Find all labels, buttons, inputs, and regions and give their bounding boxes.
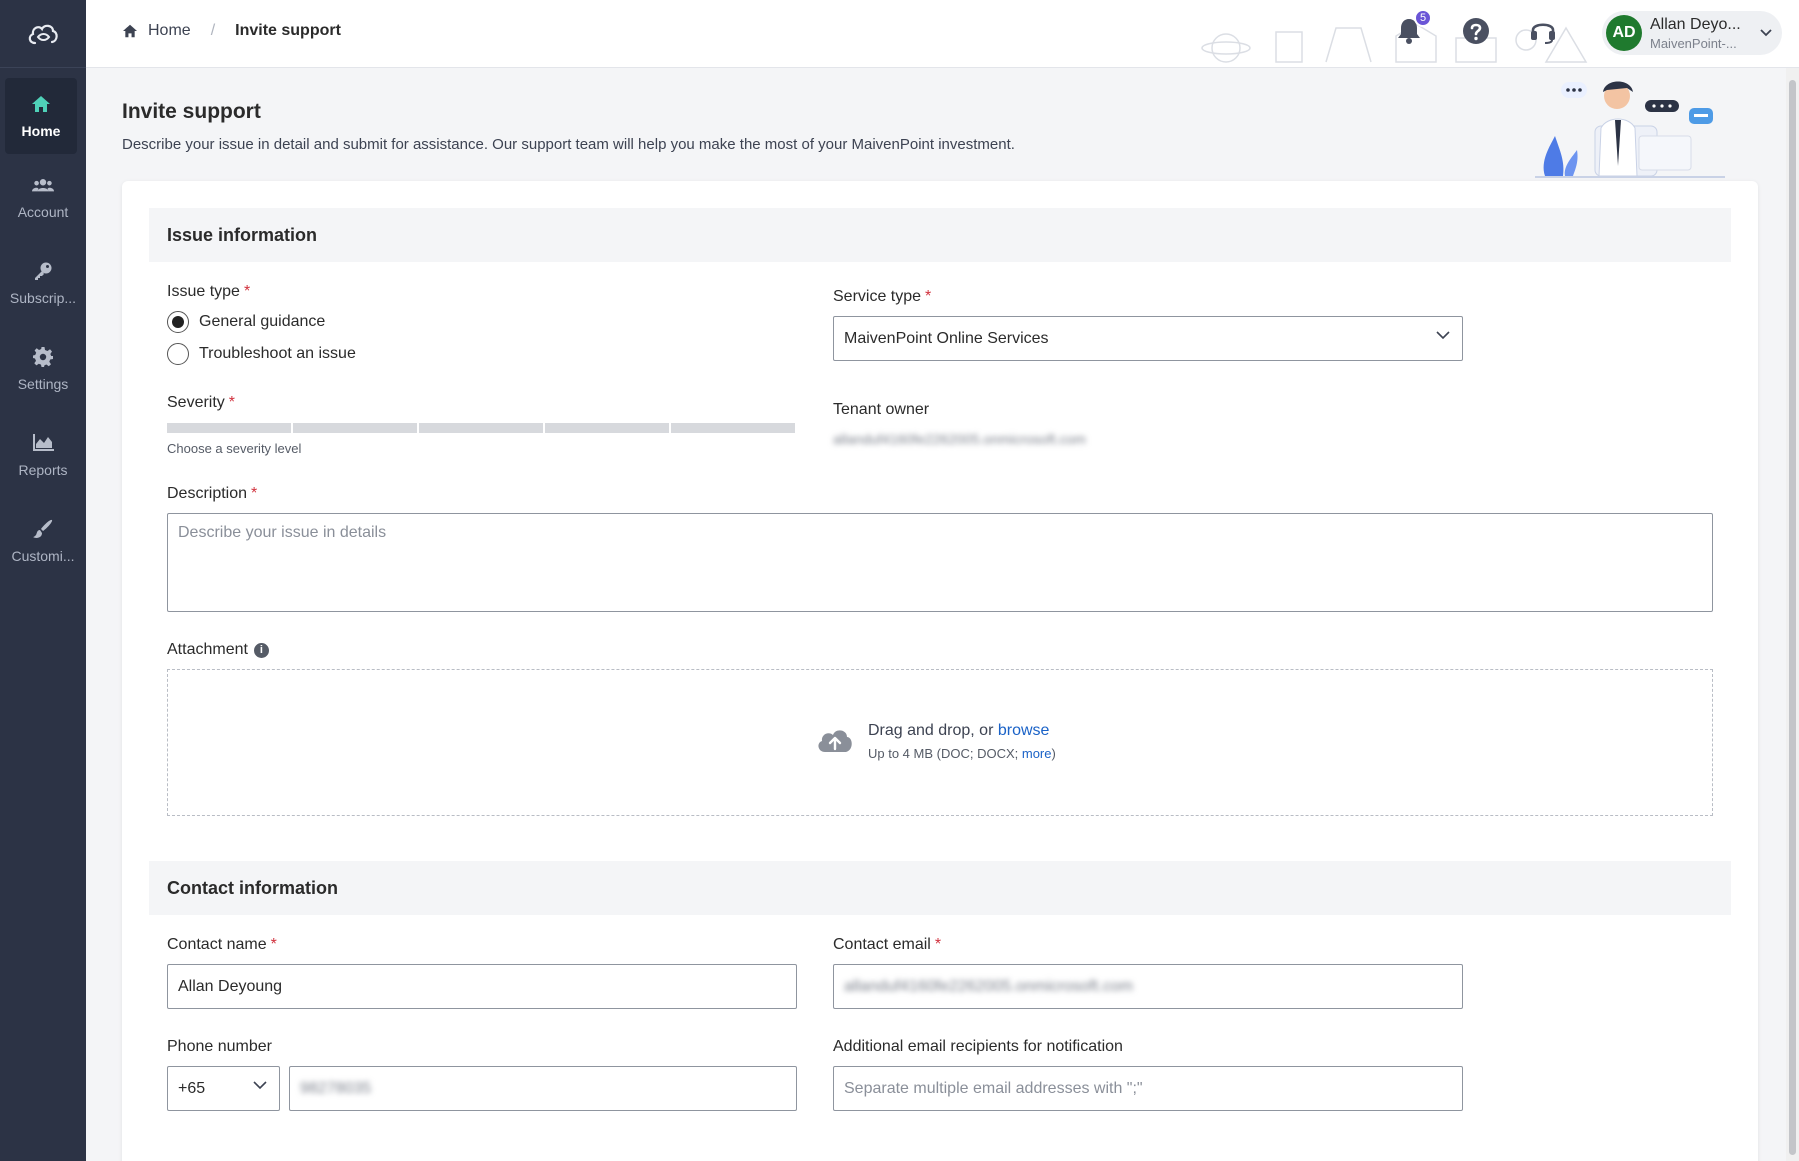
breadcrumb-home-label: Home — [148, 22, 191, 39]
chevron-down-icon — [1760, 29, 1772, 37]
required-marker: * — [925, 288, 932, 305]
sidebar-item-label: Home — [21, 123, 61, 139]
home-icon — [123, 24, 137, 38]
description-textarea[interactable]: Describe your issue in details — [167, 513, 1713, 612]
radio-label: General guidance — [199, 313, 326, 330]
section-header-issue: Issue information — [149, 208, 1731, 262]
sidebar-item-reports[interactable]: Reports — [0, 412, 86, 498]
notification-badge: 5 — [1414, 9, 1432, 27]
sidebar-item-label: Settings — [17, 376, 69, 392]
service-type-select[interactable]: MaivenPoint Online Services — [833, 316, 1463, 361]
file-limit-text: Up to 4 MB (DOC; DOCX; more) — [868, 746, 1056, 761]
support-button[interactable] — [1528, 16, 1558, 46]
user-name: Allan Deyo... — [1650, 15, 1741, 33]
home-icon — [30, 93, 52, 115]
cloud-upload-icon — [818, 730, 852, 752]
severity-label: Severity * — [167, 394, 236, 411]
sidebar-item-home[interactable]: Home — [5, 78, 77, 154]
breadcrumb: Home / Invite support — [122, 22, 341, 40]
info-icon[interactable]: i — [253, 642, 269, 658]
drop-instruction: Drag and drop, or browse — [868, 722, 1050, 739]
cloud-logo-icon[interactable] — [0, 0, 86, 68]
sidebar-item-label: Reports — [18, 462, 68, 478]
key-icon — [32, 260, 54, 282]
chevron-down-icon — [253, 1081, 267, 1090]
sidebar-item-settings[interactable]: Settings — [0, 326, 86, 412]
contact-name-input[interactable]: Allan Deyoung — [167, 964, 797, 1009]
required-marker: * — [228, 394, 236, 411]
radio-button[interactable] — [167, 343, 189, 365]
country-code-select[interactable]: +65 — [167, 1066, 280, 1111]
country-code-value: +65 — [178, 1079, 206, 1097]
phone-number-input[interactable]: 98278035 — [289, 1066, 797, 1111]
page-title: Invite support — [122, 100, 261, 123]
page-subtitle: Describe your issue in detail and submit… — [122, 136, 1015, 153]
notifications-button[interactable]: 5 — [1394, 9, 1432, 46]
severity-level-3[interactable] — [419, 423, 543, 433]
sidebar-item-subscriptions[interactable]: Subscrip... — [0, 240, 86, 326]
headset-icon — [1531, 23, 1555, 44]
description-label: Description * — [167, 485, 258, 502]
severity-level-1[interactable] — [167, 423, 291, 433]
contact-email-label: Contact email * — [833, 936, 942, 953]
gear-icon — [32, 346, 54, 368]
breadcrumb-separator: / — [210, 22, 216, 39]
required-marker: * — [270, 936, 277, 953]
support-form-card: Issue information Issue type * General gu… — [122, 181, 1758, 1161]
radio-troubleshoot[interactable]: Troubleshoot an issue — [167, 343, 356, 365]
sidebar-item-account[interactable]: Account — [0, 154, 86, 240]
sidebar-item-label: Subscrip... — [9, 290, 77, 306]
additional-emails-label: Additional email recipients for notifica… — [833, 1038, 1123, 1055]
tenant-owner-value: allanduf4160fe2262005.onmicrosoft.com — [833, 431, 1086, 447]
user-menu[interactable]: AD Allan Deyo... MaivenPoint-... — [1602, 11, 1782, 55]
severity-hint: Choose a severity level — [167, 441, 302, 456]
page-header: Invite support Describe your issue in de… — [122, 100, 1015, 153]
radio-button-selected[interactable] — [167, 311, 189, 333]
sidebar-item-label: Account — [17, 204, 69, 220]
required-marker: * — [934, 936, 942, 953]
contact-name-label: Contact name * — [167, 936, 277, 953]
radio-general-guidance[interactable]: General guidance — [167, 311, 325, 333]
more-formats-link[interactable]: more — [1022, 746, 1052, 761]
users-icon — [32, 174, 54, 196]
phone-number-value: 98278035 — [300, 1079, 372, 1097]
help-button[interactable] — [1461, 16, 1491, 46]
breadcrumb-current: Invite support — [235, 22, 341, 39]
severity-level-2[interactable] — [293, 423, 417, 433]
sidebar-item-customization[interactable]: Customi... — [0, 498, 86, 584]
scrollbar-thumb[interactable] — [1789, 80, 1796, 1155]
attachment-label: Attachment i — [167, 641, 269, 659]
attachment-dropzone[interactable]: Drag and drop, or browse Up to 4 MB (DOC… — [167, 669, 1713, 816]
chart-icon — [32, 432, 54, 454]
brush-icon — [32, 518, 54, 540]
sidebar-item-label: Customi... — [11, 548, 75, 564]
additional-emails-input[interactable]: Separate multiple email addresses with "… — [833, 1066, 1463, 1111]
top-header: Home / Invite support 5 AD Allan Deyo...… — [86, 0, 1799, 68]
page-scrollbar[interactable] — [1786, 68, 1799, 1161]
tenant-owner-label: Tenant owner — [833, 401, 930, 418]
breadcrumb-home[interactable]: Home — [122, 22, 191, 40]
question-icon — [1463, 18, 1489, 44]
required-marker: * — [243, 283, 251, 300]
service-type-value: MaivenPoint Online Services — [844, 329, 1049, 347]
service-type-label: Service type * — [833, 288, 932, 305]
browse-link[interactable]: browse — [998, 722, 1050, 739]
severity-level-4[interactable] — [545, 423, 669, 433]
user-org: MaivenPoint-... — [1650, 35, 1737, 51]
contact-email-input[interactable]: allanduf4160fe2262005.onmicrosoft.com — [833, 964, 1463, 1009]
severity-level-5[interactable] — [671, 423, 795, 433]
avatar: AD — [1606, 15, 1642, 51]
contact-email-value: allanduf4160fe2262005.onmicrosoft.com — [844, 977, 1134, 995]
support-agent-illustration-icon — [1535, 81, 1725, 178]
chevron-down-icon — [1436, 331, 1450, 340]
required-marker: * — [251, 485, 258, 502]
section-header-contact: Contact information — [149, 861, 1731, 915]
phone-number-label: Phone number — [167, 1038, 272, 1055]
issue-type-label: Issue type * — [167, 283, 251, 300]
sidebar: Home Account Subscrip... Settings Report… — [0, 0, 86, 1161]
radio-label: Troubleshoot an issue — [199, 345, 356, 362]
severity-selector[interactable] — [167, 423, 797, 433]
